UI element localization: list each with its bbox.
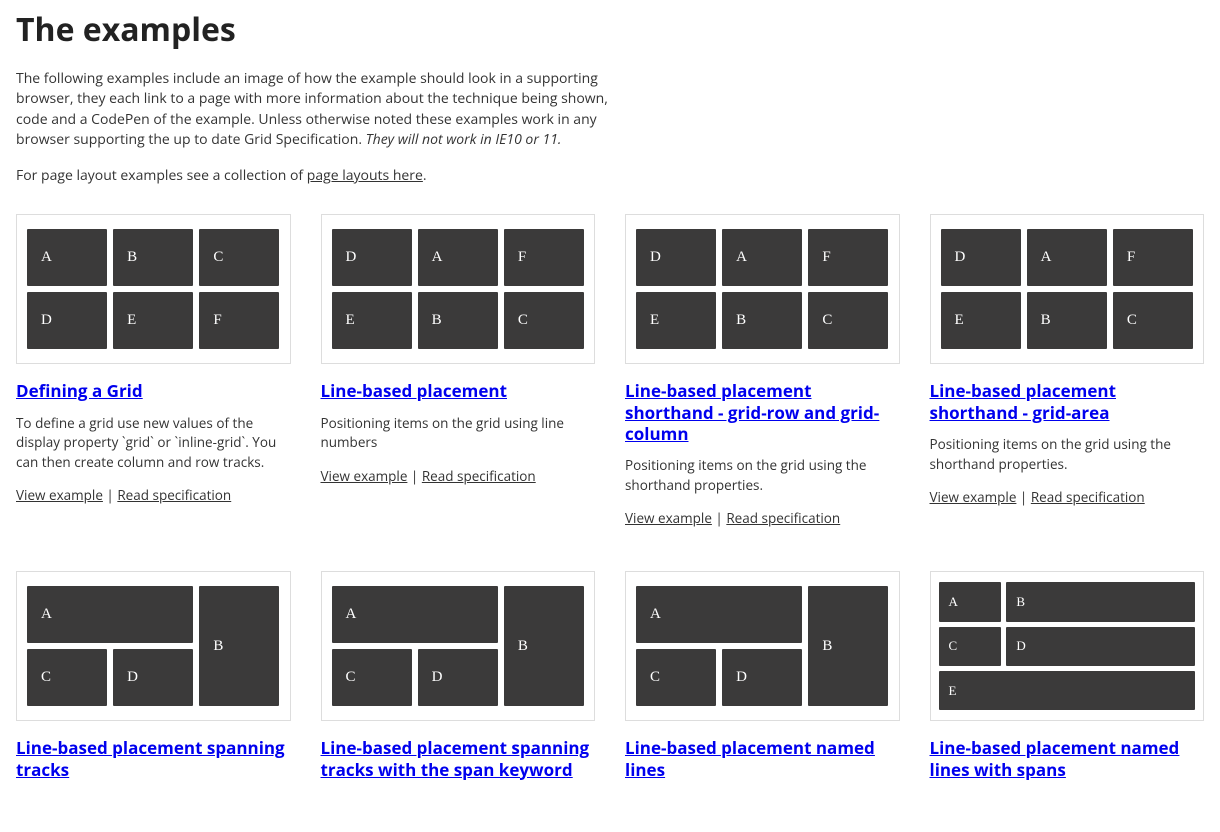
example-thumbnail[interactable]: A B C D — [16, 571, 291, 721]
grid-cell: F — [1113, 229, 1193, 286]
grid-cell: D — [636, 229, 716, 286]
grid-cell: D — [27, 292, 107, 349]
page-layouts-link[interactable]: page layouts here — [307, 166, 423, 185]
link-separator: | — [1016, 488, 1030, 506]
example-title-link[interactable]: Line-based placement named lines — [625, 736, 875, 780]
example-title-link[interactable]: Line-based placement shorthand - grid-ro… — [625, 379, 879, 445]
intro-section: The following examples include an image … — [16, 69, 1204, 186]
example-title-link[interactable]: Line-based placement — [321, 379, 507, 402]
grid-cell: C — [939, 627, 1002, 666]
grid-cell: D — [113, 649, 193, 706]
read-spec-link[interactable]: Read specification — [726, 509, 840, 527]
grid-cell: B — [504, 586, 584, 706]
example-title-link[interactable]: Line-based placement spanning tracks — [16, 736, 285, 780]
grid-cell: C — [808, 292, 888, 349]
grid-cell: F — [199, 292, 279, 349]
intro-emphasis: They will not work in IE10 or 11. — [366, 130, 562, 149]
grid-cell: E — [939, 671, 1196, 710]
intro-paragraph-2: For page layout examples see a collectio… — [16, 166, 636, 186]
example-card-span-keyword: A B C D Line-based placement spanning tr… — [321, 571, 596, 792]
grid-cell: C — [1113, 292, 1193, 349]
grid-cell: D — [418, 649, 498, 706]
page-title: The examples — [16, 8, 1204, 51]
example-title-link[interactable]: Line-based placement shorthand - grid-ar… — [930, 379, 1116, 423]
example-description: To define a grid use new values of the d… — [16, 414, 291, 473]
example-description: Positioning items on the grid using line… — [321, 414, 596, 453]
example-card-spanning-tracks: A B C D Line-based placement spanning tr… — [16, 571, 291, 792]
grid-cell: A — [418, 229, 498, 286]
grid-cell: D — [332, 229, 412, 286]
view-example-link[interactable]: View example — [625, 509, 712, 527]
grid-cell: A — [1027, 229, 1107, 286]
example-links: View example | Read specification — [16, 486, 291, 504]
grid-cell: A — [722, 229, 802, 286]
grid-cell: E — [636, 292, 716, 349]
grid-cell: B — [113, 229, 193, 286]
grid-cell: F — [808, 229, 888, 286]
grid-cell: E — [941, 292, 1021, 349]
grid-cell: C — [27, 649, 107, 706]
link-separator: | — [103, 486, 117, 504]
example-thumbnail[interactable]: A B C D — [321, 571, 596, 721]
example-card-named-lines-spans: A B C D E Line-based placement named lin… — [930, 571, 1205, 792]
example-title-link[interactable]: Line-based placement named lines with sp… — [930, 736, 1180, 780]
example-card-defining-grid: A B C D E F Defining a Grid To define a … — [16, 214, 291, 527]
grid-cell: D — [941, 229, 1021, 286]
grid-cell: C — [504, 292, 584, 349]
grid-cell: E — [332, 292, 412, 349]
example-thumbnail[interactable]: A B C D — [625, 571, 900, 721]
view-example-link[interactable]: View example — [16, 486, 103, 504]
example-description: Positioning items on the grid using the … — [930, 435, 1205, 474]
grid-cell: B — [418, 292, 498, 349]
grid-cell: B — [199, 586, 279, 706]
example-thumbnail[interactable]: A B C D E F — [16, 214, 291, 364]
example-thumbnail[interactable]: D A F E B C — [930, 214, 1205, 364]
grid-cell: D — [722, 649, 802, 706]
link-separator: | — [407, 467, 421, 485]
example-card-shorthand-row-column: D A F E B C Line-based placement shortha… — [625, 214, 900, 527]
example-thumbnail[interactable]: D A F E B C — [625, 214, 900, 364]
example-links: View example | Read specification — [321, 467, 596, 485]
example-links: View example | Read specification — [930, 488, 1205, 506]
read-spec-link[interactable]: Read specification — [1031, 488, 1145, 506]
grid-cell: B — [1027, 292, 1107, 349]
grid-cell: A — [939, 582, 1002, 621]
grid-cell: A — [332, 586, 498, 643]
grid-cell: A — [636, 586, 802, 643]
grid-cell: C — [199, 229, 279, 286]
grid-cell: C — [636, 649, 716, 706]
grid-cell: A — [27, 586, 193, 643]
link-separator: | — [712, 509, 726, 527]
example-title-link[interactable]: Defining a Grid — [16, 379, 143, 402]
example-links: View example | Read specification — [625, 509, 900, 527]
intro-paragraph-1: The following examples include an image … — [16, 69, 636, 150]
grid-cell: F — [504, 229, 584, 286]
view-example-link[interactable]: View example — [930, 488, 1017, 506]
example-thumbnail[interactable]: A B C D E — [930, 571, 1205, 721]
grid-cell: C — [332, 649, 412, 706]
intro-text: . — [423, 166, 427, 185]
example-card-shorthand-grid-area: D A F E B C Line-based placement shortha… — [930, 214, 1205, 527]
grid-cell: B — [808, 586, 888, 706]
grid-cell: D — [1006, 627, 1195, 666]
view-example-link[interactable]: View example — [321, 467, 408, 485]
example-card-line-based-placement: D A F E B C Line-based placement Positio… — [321, 214, 596, 527]
grid-cell: E — [113, 292, 193, 349]
intro-text: For page layout examples see a collectio… — [16, 166, 307, 185]
examples-grid: A B C D E F Defining a Grid To define a … — [16, 214, 1204, 791]
example-title-link[interactable]: Line-based placement spanning tracks wit… — [321, 736, 590, 780]
example-description: Positioning items on the grid using the … — [625, 456, 900, 495]
example-thumbnail[interactable]: D A F E B C — [321, 214, 596, 364]
read-spec-link[interactable]: Read specification — [422, 467, 536, 485]
example-card-named-lines: A B C D Line-based placement named lines — [625, 571, 900, 792]
grid-cell: A — [27, 229, 107, 286]
read-spec-link[interactable]: Read specification — [117, 486, 231, 504]
grid-cell: B — [1006, 582, 1195, 621]
grid-cell: B — [722, 292, 802, 349]
